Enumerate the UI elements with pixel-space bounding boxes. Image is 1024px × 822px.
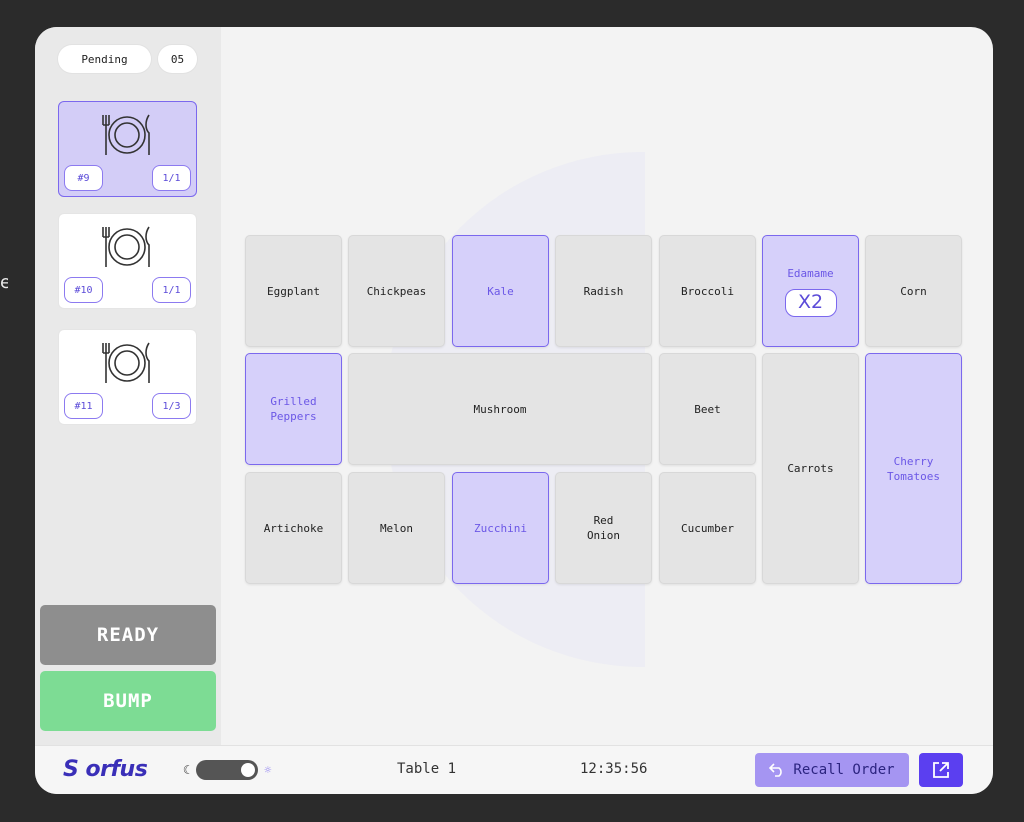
order-progress: 1/1 [152, 165, 191, 191]
bump-button[interactable]: BUMP [40, 671, 216, 731]
plate-cutlery-icon [102, 226, 150, 267]
logo-mark: S [63, 757, 86, 782]
item-tile[interactable]: Artichoke [245, 472, 342, 584]
item-label: Carrots [787, 462, 834, 475]
item-label: Kale [487, 284, 514, 298]
brand-logo: S orfus [63, 757, 148, 782]
logo-text: orfus [85, 757, 148, 782]
item-label: Corn [900, 284, 927, 298]
item-label: Melon [379, 521, 414, 535]
order-progress: 1/3 [152, 393, 191, 419]
item-tile[interactable]: Corn [865, 235, 962, 347]
item-grid: Eggplant Chickpeas Kale Radish Broccoli … [245, 235, 965, 585]
order-count-badge: 05 [158, 45, 197, 73]
item-tile[interactable]: Beet [659, 353, 756, 465]
order-number: #9 [64, 165, 103, 191]
item-tile[interactable]: Carrots [762, 353, 859, 584]
item-tile[interactable]: Mushroom [348, 353, 652, 465]
item-label: Grilled Peppers [270, 395, 317, 423]
theme-toggle[interactable] [196, 760, 259, 780]
item-tile[interactable]: Melon [348, 472, 445, 584]
item-tile[interactable]: Radish [555, 235, 652, 347]
plate-cutlery-icon [102, 342, 150, 383]
ready-button[interactable]: READY [40, 605, 216, 665]
sun-icon: ☼ [264, 763, 272, 777]
item-tile[interactable]: Eggplant [245, 235, 342, 347]
item-tile[interactable]: Kale [452, 235, 549, 347]
item-label: Cucumber [681, 521, 734, 535]
order-sidebar: Pending 05 #9 1/1 #10 1/1 #11 1/3 READY … [35, 27, 221, 745]
recall-label: Recall Order [793, 762, 895, 778]
external-link-icon [933, 762, 949, 778]
order-number: #10 [64, 277, 103, 303]
table-label: Table 1 [397, 761, 457, 777]
footer-bar: S orfus ☾ ☼ Table 1 12:35:56 Recall Orde… [35, 745, 993, 794]
item-tile[interactable]: Cucumber [659, 472, 756, 584]
item-label: Beet [694, 402, 721, 416]
status-filter[interactable]: Pending [58, 45, 151, 73]
external-link-button[interactable] [919, 753, 963, 787]
item-label: Chickpeas [366, 284, 427, 298]
order-card[interactable]: #11 1/3 [58, 329, 197, 425]
item-label: Radish [583, 284, 624, 298]
item-label: Edamame [787, 266, 834, 280]
item-tile[interactable]: Grilled Peppers [245, 353, 342, 465]
item-label: Red Onion [586, 514, 621, 542]
item-label: Mushroom [473, 402, 527, 416]
item-tile[interactable]: Red Onion [555, 472, 652, 584]
edge-text: e [0, 272, 8, 293]
item-label: Zucchini [474, 521, 527, 535]
order-number: #11 [64, 393, 103, 419]
item-label: Artichoke [263, 521, 324, 535]
theme-switch[interactable]: ☾ ☼ [183, 760, 271, 780]
order-progress: 1/1 [152, 277, 191, 303]
item-tile[interactable]: Broccoli [659, 235, 756, 347]
clock: 12:35:56 [580, 761, 648, 777]
plate-cutlery-icon [102, 114, 150, 155]
item-label: Broccoli [681, 284, 734, 298]
item-tile[interactable]: Zucchini [452, 472, 549, 584]
moon-icon: ☾ [183, 763, 191, 777]
item-tile[interactable]: Edamame X2 [762, 235, 859, 347]
recall-order-button[interactable]: Recall Order [755, 753, 909, 787]
kds-screen: Pending 05 #9 1/1 #10 1/1 #11 1/3 READY … [35, 27, 993, 794]
order-card[interactable]: #10 1/1 [58, 213, 197, 309]
item-label: Cherry Tomatoes [887, 454, 940, 483]
toggle-knob [241, 763, 256, 777]
order-card[interactable]: #9 1/1 [58, 101, 197, 197]
item-tile[interactable]: Chickpeas [348, 235, 445, 347]
item-tile[interactable]: Cherry Tomatoes [865, 353, 962, 584]
undo-arrow-icon [769, 763, 783, 777]
quantity-badge: X2 [784, 288, 837, 317]
item-label: Eggplant [267, 284, 320, 298]
